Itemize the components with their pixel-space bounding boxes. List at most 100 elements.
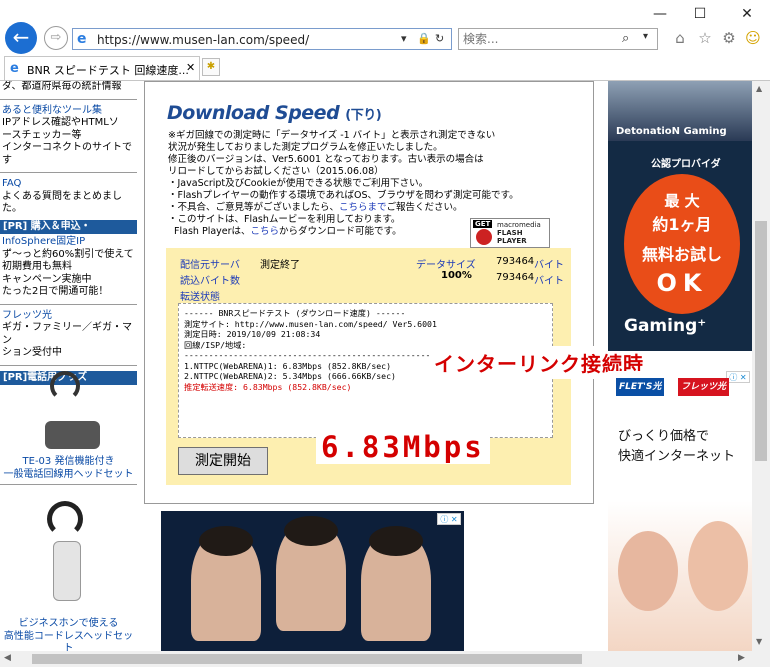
speedtest-panel: Download Speed (下り) ※ギガ回線での測定時に「データサイズ -… xyxy=(144,81,594,504)
tab-close-icon[interactable]: ✕ xyxy=(186,61,195,74)
speed-overlay-label: 6.83Mbps xyxy=(316,430,490,464)
read-bytes-value: 793464 xyxy=(496,272,535,283)
flets-link[interactable]: フレッツ光 xyxy=(2,310,135,323)
minimize-icon[interactable]: — xyxy=(645,4,675,24)
search-icon[interactable]: ⌕ xyxy=(622,31,629,46)
notice-line: ・Flashプレイヤーの動作する環境であればOS、ブラウザを問わず測定可能です。 xyxy=(168,190,519,201)
dropdown-icon[interactable]: ▾ xyxy=(401,32,407,45)
cordless-headset-image[interactable] xyxy=(35,496,105,611)
divider xyxy=(0,484,137,485)
tools-desc-2: ースチェッカー等 xyxy=(2,129,82,141)
forward-button[interactable]: ⇨ xyxy=(44,26,68,50)
ie-logo-icon: e xyxy=(77,31,87,47)
product-te03-link[interactable]: TE-03 発信機能付き 一般電話回線用ヘッドセット xyxy=(0,456,137,481)
product-cordless-link[interactable]: ビジネスホンで使える 高性能コードレスヘッドセット xyxy=(0,618,137,651)
heading-sub: (下り) xyxy=(345,108,382,123)
get-flash-player-badge[interactable]: GET macromedia FLASH PLAYER xyxy=(470,218,550,248)
start-measure-button[interactable]: 測定開始 xyxy=(178,447,268,475)
vertical-scroll-thumb[interactable] xyxy=(755,221,767,461)
notice-text-part: からダウンロード可能です。 xyxy=(279,226,402,237)
datasize-unit: バイト xyxy=(534,260,564,271)
back-button[interactable]: ← xyxy=(5,22,37,54)
gear-icon[interactable]: ⚙ xyxy=(719,28,739,48)
estimated-speed-line: 推定転送速度: 6.83Mbps (852.8KB/sec) xyxy=(184,381,352,392)
ad-offer-circle: 最 大 約1ヶ月 無料お試し OK xyxy=(624,174,740,314)
search-input[interactable] xyxy=(463,31,613,47)
badge-line1: macromedia xyxy=(497,221,541,229)
maximize-icon[interactable]: ☐ xyxy=(685,4,715,24)
tools-link[interactable]: あると便利なツール集 xyxy=(2,105,135,118)
server-label[interactable]: 配信元サーバ xyxy=(180,256,240,271)
divider xyxy=(0,303,137,305)
search-box[interactable]: ⌕ ▾ xyxy=(458,28,658,50)
scroll-up-icon[interactable]: ▲ xyxy=(756,84,762,93)
stats-line: ダ、都道府県毎の統計情報 xyxy=(2,81,122,92)
notice-line: 状況が発生しておりました測定プログラムを修正いたしました。 xyxy=(168,142,443,153)
ad-person xyxy=(191,526,261,641)
notice-line: ・不具合、ご意見等がございましたら、こちらまでご報告ください。 xyxy=(168,202,588,214)
ad-person xyxy=(361,526,431,641)
tab-title: BNR スピードテスト 回線速度... xyxy=(27,64,189,77)
badge-get: GET xyxy=(473,220,493,228)
offer-line: 最 大 xyxy=(664,192,700,210)
tab-bnr-speedtest[interactable]: e BNR スピードテスト 回線速度... ✕ xyxy=(4,56,200,80)
infosphere-desc-2: 初期費用も無料 xyxy=(2,261,72,272)
transfer-status-label[interactable]: 転送状態 xyxy=(180,288,220,303)
flets-ad[interactable]: ⓘ ✕ FLET'S光 フレッツ光 びっくり価格で 快適インターネット xyxy=(608,371,752,651)
infosphere-link[interactable]: InfoSphere固定IP xyxy=(2,236,135,249)
adchoice-icon[interactable]: ⓘ ✕ xyxy=(437,513,461,525)
lock-icon[interactable]: 🔒 xyxy=(417,32,431,45)
tools-desc-1: IPアドレス確認やHTMLソ xyxy=(2,117,119,128)
offer-line: OK xyxy=(656,269,708,297)
product-cordless-line2: 高性能コードレスヘッドセット xyxy=(3,630,134,652)
star-icon[interactable]: ☆ xyxy=(695,28,715,48)
datasize-label[interactable]: データサイズ xyxy=(416,256,476,271)
browser-chrome: — ☐ ✕ ← ⇨ e https://www.musen-lan.com/sp… xyxy=(0,0,770,82)
scroll-down-icon[interactable]: ▼ xyxy=(756,637,762,646)
scroll-right-icon[interactable]: ▶ xyxy=(738,653,745,663)
progress-percent: 100% xyxy=(441,270,472,281)
notice-line: リロードしてからお試しください（2015.06.08） xyxy=(168,166,384,177)
close-icon[interactable]: ✕ xyxy=(732,4,762,24)
faq-desc: よくある質問をまとめました。 xyxy=(2,190,122,215)
ad-line-1: びっくり価格で xyxy=(618,429,710,444)
headset-product-image[interactable] xyxy=(35,366,105,456)
left-sidebar: ダ、都道府県毎の統計情報 あると便利なツール集 IPアドレス確認やHTMLソ ー… xyxy=(0,81,137,651)
notice-text-part: ご報告ください。 xyxy=(386,202,463,213)
home-icon[interactable]: ⌂ xyxy=(670,28,690,48)
address-bar[interactable]: e https://www.musen-lan.com/speed/ ▾ 🔒 ↻ xyxy=(72,28,452,50)
ad-brand: DetonatioN Gaming xyxy=(616,126,727,137)
page-viewport: ダ、都道府県毎の統計情報 あると便利なツール集 IPアドレス確認やHTMLソ ー… xyxy=(0,81,752,651)
offer-line: 約1ヶ月 xyxy=(652,215,712,234)
vertical-scrollbar[interactable]: ▲ ▼ xyxy=(752,81,770,651)
flash-download-link[interactable]: こちら xyxy=(251,226,280,237)
search-dropdown-icon[interactable]: ▾ xyxy=(643,31,648,42)
result-line: 測定日時: 2019/10/09 21:08:34 xyxy=(184,329,321,339)
result-line: ------ BNRスピードテスト (ダウンロード速度) ------ xyxy=(184,308,406,318)
ad-person xyxy=(276,516,346,631)
ad-line-2: 快適インターネット xyxy=(618,449,736,464)
flets-badge: フレッツ光 xyxy=(678,378,730,396)
tools-desc-3: インターコネクトのサイトです xyxy=(2,142,132,166)
horizontal-scroll-thumb[interactable] xyxy=(32,654,582,664)
heading-text: Download Speed xyxy=(167,102,340,124)
read-bytes-label[interactable]: 読込バイト数 xyxy=(180,272,240,287)
tab-ie-icon: e xyxy=(10,61,19,76)
result-line: 測定サイト: http://www.musen-lan.com/speed/ V… xyxy=(184,318,437,329)
divider xyxy=(0,172,137,173)
address-url[interactable]: https://www.musen-lan.com/speed/ xyxy=(97,33,309,47)
faq-link[interactable]: FAQ xyxy=(2,178,135,191)
detonation-gaming-ad[interactable]: DetonatioN Gaming 公認プロバイダ 最 大 約1ヶ月 無料お試し… xyxy=(608,81,752,351)
refresh-icon[interactable]: ↻ xyxy=(435,32,444,45)
contact-link[interactable]: こちらまで xyxy=(339,202,387,213)
scroll-left-icon[interactable]: ◀ xyxy=(4,653,11,663)
infosphere-desc-1: ず～っと約60%割引で使えて xyxy=(2,248,134,260)
notice-line: 修正後のバージョンは、Ver5.6001 となっております。古い表示の場合は xyxy=(168,154,484,165)
horizontal-scrollbar[interactable]: ◀ ▶ xyxy=(0,651,752,667)
notice-line: ※ギガ回線での測定時に「データサイズ -1 バイト」と表示され測定できない xyxy=(168,130,496,141)
bottom-gaming-ad[interactable]: ⓘ ✕ xyxy=(161,511,464,651)
smiley-icon[interactable]: ☺ xyxy=(743,28,763,48)
flets-badge: FLET'S光 xyxy=(616,378,665,396)
pr-section-bar: [PR] 購入＆申込・ xyxy=(0,219,137,234)
new-tab-button[interactable]: ✱ xyxy=(202,58,220,76)
